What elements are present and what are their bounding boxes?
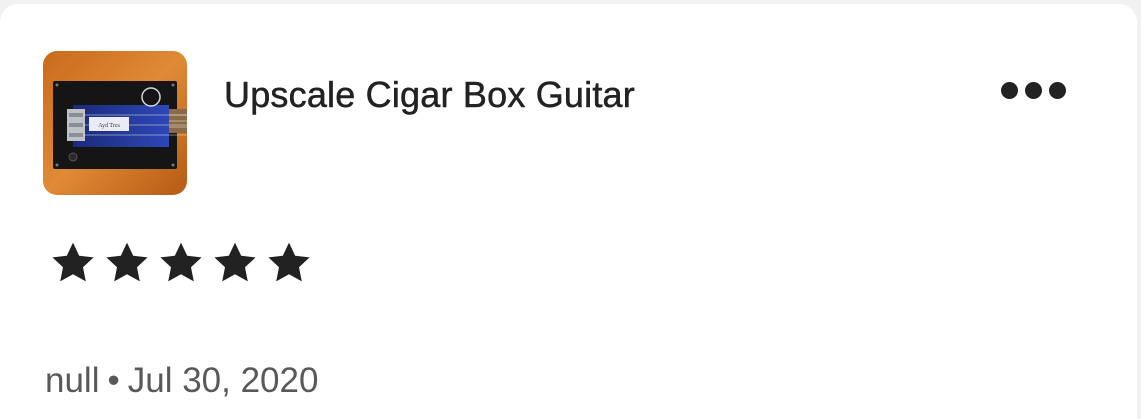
listing-title[interactable]: Upscale Cigar Box Guitar bbox=[224, 74, 635, 116]
review-meta: null • Jul 30, 2020 bbox=[45, 361, 318, 401]
star-icon bbox=[160, 242, 202, 282]
more-horizontal-icon-dot bbox=[1048, 81, 1066, 99]
more-horizontal-icon-dot bbox=[1024, 81, 1042, 99]
thumbnail-label-text: Ayd Tres bbox=[98, 123, 120, 129]
review-card: Ayd Tres Upscale Cigar Box Guitar null •… bbox=[0, 4, 1137, 419]
star-icon bbox=[106, 242, 148, 282]
meta-separator: • bbox=[107, 361, 120, 400]
star-rating bbox=[47, 239, 315, 287]
star-icon bbox=[268, 242, 310, 282]
listing-thumbnail[interactable]: Ayd Tres bbox=[43, 51, 187, 195]
star-icon bbox=[214, 242, 256, 282]
review-date: Jul 30, 2020 bbox=[127, 361, 319, 400]
reviewer-name[interactable]: null bbox=[45, 361, 99, 400]
more-horizontal-icon bbox=[1000, 81, 1018, 99]
star-icon bbox=[52, 242, 94, 282]
cigar-box-guitar-image: Ayd Tres bbox=[43, 51, 187, 195]
more-options-button[interactable] bbox=[992, 72, 1074, 108]
